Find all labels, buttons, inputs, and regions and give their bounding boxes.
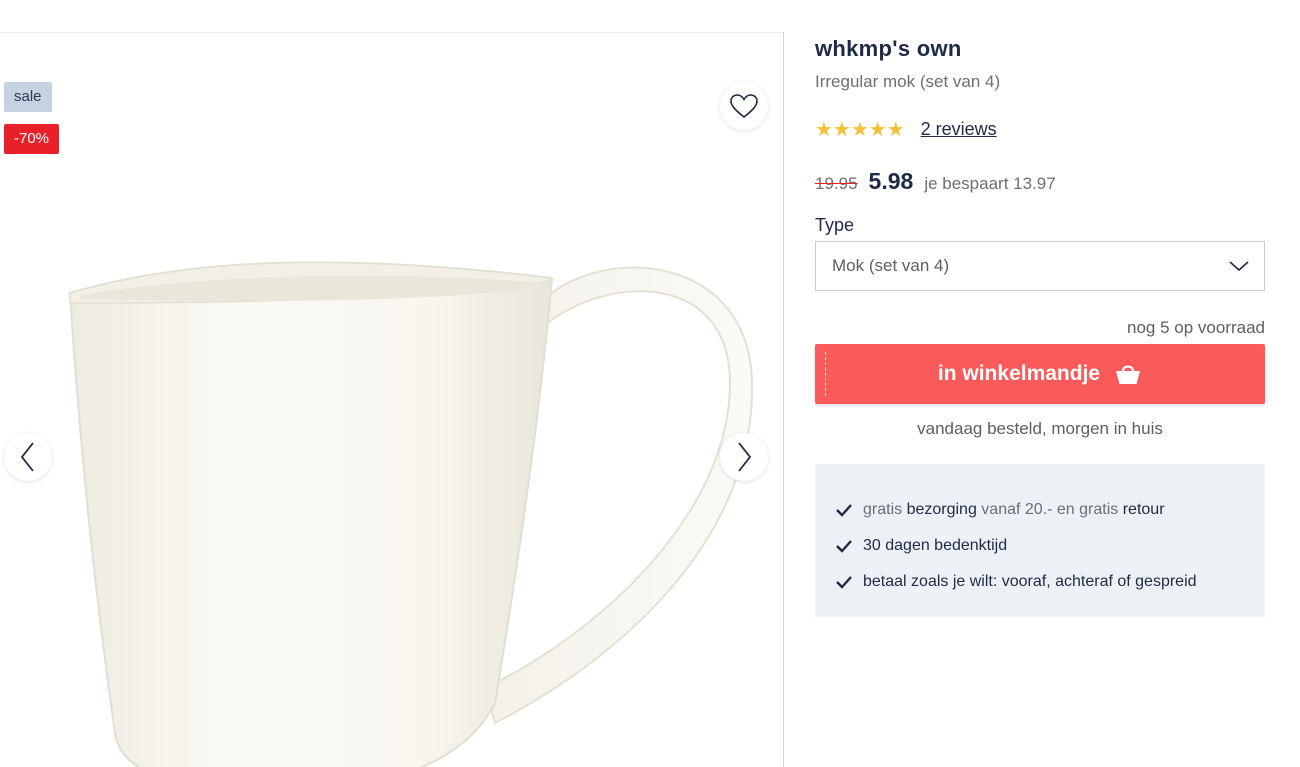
- type-select[interactable]: Mok (set van 4): [815, 241, 1265, 291]
- usp-text-part: vanaf 20.- en gratis: [976, 501, 1123, 518]
- previous-image-button[interactable]: [4, 433, 52, 481]
- old-price: 19.95: [815, 174, 858, 193]
- check-icon: [835, 574, 853, 590]
- favorite-button[interactable]: [720, 82, 768, 130]
- shopping-bag-icon: [1114, 362, 1142, 386]
- usp-item: 30 dagen bedenktijd: [835, 528, 1265, 564]
- usp-text: gratis bezorging vanaf 20.- en gratis re…: [863, 501, 1165, 519]
- usp-text: betaal zoals je wilt: vooraf, achteraf o…: [863, 573, 1197, 590]
- add-to-cart-label: in winkelmandje: [937, 362, 1101, 385]
- usp-item: betaal zoals je wilt: vooraf, achteraf o…: [835, 564, 1265, 600]
- column-divider: [783, 32, 784, 767]
- usp-text-part: retour: [1122, 501, 1165, 518]
- type-select-value: Mok (set van 4): [832, 256, 950, 275]
- check-icon: [835, 538, 853, 554]
- chevron-right-icon: [738, 442, 752, 472]
- savings-text: je bespaart 13.97: [924, 174, 1056, 193]
- rating-stars: ★★★★★: [815, 119, 905, 141]
- usp-text-part: bezorging: [906, 501, 977, 518]
- sale-badge: sale: [4, 82, 52, 112]
- product-gallery: sale -70%: [0, 33, 783, 767]
- usp-item: gratis bezorging vanaf 20.- en gratis re…: [835, 492, 1265, 528]
- product-name: Irregular mok (set van 4): [815, 72, 1001, 91]
- product-brand: whkmp's own: [815, 36, 962, 61]
- product-rating: ★★★★★ 2 reviews: [815, 117, 997, 142]
- stock-status: nog 5 op voorraad: [1127, 318, 1265, 337]
- button-divider: [825, 352, 826, 396]
- add-to-cart-button[interactable]: in winkelmandje: [815, 344, 1265, 404]
- chevron-down-icon: [1229, 261, 1249, 272]
- current-price: 5.98: [868, 168, 914, 194]
- usp-text-part: gratis: [863, 501, 907, 518]
- price-row: 19.95 5.98 je bespaart 13.97: [815, 168, 1056, 195]
- delivery-info: vandaag besteld, morgen in huis: [917, 419, 1163, 438]
- check-icon: [835, 502, 853, 518]
- product-image: [68, 261, 754, 767]
- discount-badge: -70%: [4, 124, 60, 154]
- usp-list: gratis bezorging vanaf 20.- en gratis re…: [815, 464, 1265, 617]
- next-image-button[interactable]: [720, 433, 768, 481]
- product-header: whkmp's own Irregular mok (set van 4): [815, 36, 1265, 92]
- type-label: Type: [815, 215, 855, 235]
- chevron-left-icon: [20, 442, 34, 472]
- heart-outline-icon: [730, 94, 758, 119]
- usp-text: 30 dagen bedenktijd: [863, 537, 1008, 554]
- reviews-link[interactable]: 2 reviews: [921, 119, 997, 140]
